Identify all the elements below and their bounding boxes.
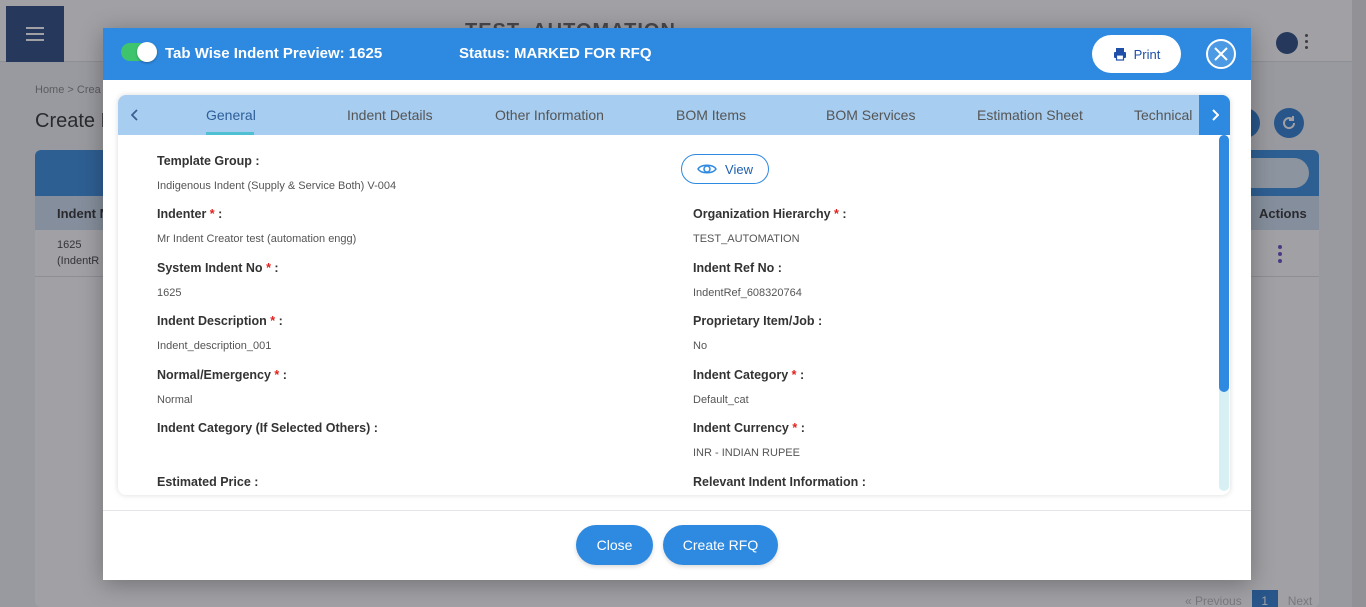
print-button[interactable]: Print: [1092, 35, 1181, 73]
tab-estimation-sheet[interactable]: Estimation Sheet: [977, 107, 1083, 123]
indent-category-value: Default_cat: [693, 394, 749, 406]
tab-indent-details[interactable]: Indent Details: [347, 107, 433, 123]
tab-general[interactable]: General: [206, 107, 256, 123]
tab-scroll-left-button[interactable]: [120, 95, 150, 135]
tab-technical[interactable]: Technical: [1134, 107, 1192, 123]
indent-category-label: Indent Category * :: [693, 368, 805, 382]
org-hierarchy-value: TEST_AUTOMATION: [693, 233, 800, 245]
indenter-label: Indenter * :: [157, 207, 223, 221]
estimated-price-label: Estimated Price :: [157, 475, 259, 489]
indenter-value: Mr Indent Creator test (automation engg): [157, 233, 357, 245]
general-form: Template Group : Indigenous Indent (Supp…: [118, 135, 1218, 495]
normal-emergency-value: Normal: [157, 394, 193, 406]
view-button[interactable]: View: [681, 154, 769, 184]
indent-ref-no-label: Indent Ref No :: [693, 261, 782, 275]
print-label: Print: [1133, 46, 1161, 62]
system-indent-no-label: System Indent No * :: [157, 261, 279, 275]
template-group-value: Indigenous Indent (Supply & Service Both…: [157, 180, 397, 192]
printer-icon: [1113, 48, 1126, 61]
tab-bom-services[interactable]: BOM Services: [826, 107, 915, 123]
org-hierarchy-label: Organization Hierarchy * :: [693, 207, 847, 221]
tab-scroll-right-button[interactable]: [1199, 95, 1230, 135]
tab-bom-items[interactable]: BOM Items: [676, 107, 746, 123]
template-group-label: Template Group :: [157, 154, 260, 168]
content-scrollbar-thumb[interactable]: [1219, 135, 1229, 392]
relevant-info-label: Relevant Indent Information :: [693, 475, 866, 489]
close-icon: [1214, 47, 1228, 61]
tab-other-information[interactable]: Other Information: [495, 107, 604, 123]
indent-description-label: Indent Description * :: [157, 314, 283, 328]
chevron-left-icon: [131, 109, 138, 121]
view-toggle[interactable]: [121, 42, 157, 62]
modal-header: Tab Wise Indent Preview: 1625 Status: MA…: [103, 28, 1251, 80]
close-button[interactable]: Close: [576, 525, 653, 565]
system-indent-no-value: 1625: [157, 287, 182, 299]
status-text: Status: MARKED FOR RFQ: [459, 45, 652, 62]
indent-currency-label: Indent Currency * :: [693, 421, 805, 435]
close-modal-button[interactable]: [1206, 39, 1236, 69]
tab-content-card: General Indent Details Other Information…: [118, 95, 1230, 495]
footer-divider: [103, 510, 1251, 511]
eye-icon: [697, 164, 717, 174]
create-rfq-button[interactable]: Create RFQ: [663, 525, 778, 565]
tab-bar: General Indent Details Other Information…: [118, 95, 1230, 135]
modal-title: Tab Wise Indent Preview: 1625: [165, 45, 383, 62]
indent-currency-value: INR - INDIAN RUPEE: [693, 447, 800, 459]
indent-ref-no-value: IndentRef_608320764: [693, 287, 802, 299]
indent-description-value: Indent_description_001: [157, 340, 272, 352]
proprietary-label: Proprietary Item/Job :: [693, 314, 823, 328]
indent-category-others-label: Indent Category (If Selected Others) :: [157, 421, 378, 435]
normal-emergency-label: Normal/Emergency * :: [157, 368, 287, 382]
chevron-right-icon: [1211, 109, 1219, 121]
view-label: View: [725, 161, 753, 177]
indent-preview-modal: Tab Wise Indent Preview: 1625 Status: MA…: [103, 28, 1251, 580]
proprietary-value: No: [693, 340, 708, 352]
